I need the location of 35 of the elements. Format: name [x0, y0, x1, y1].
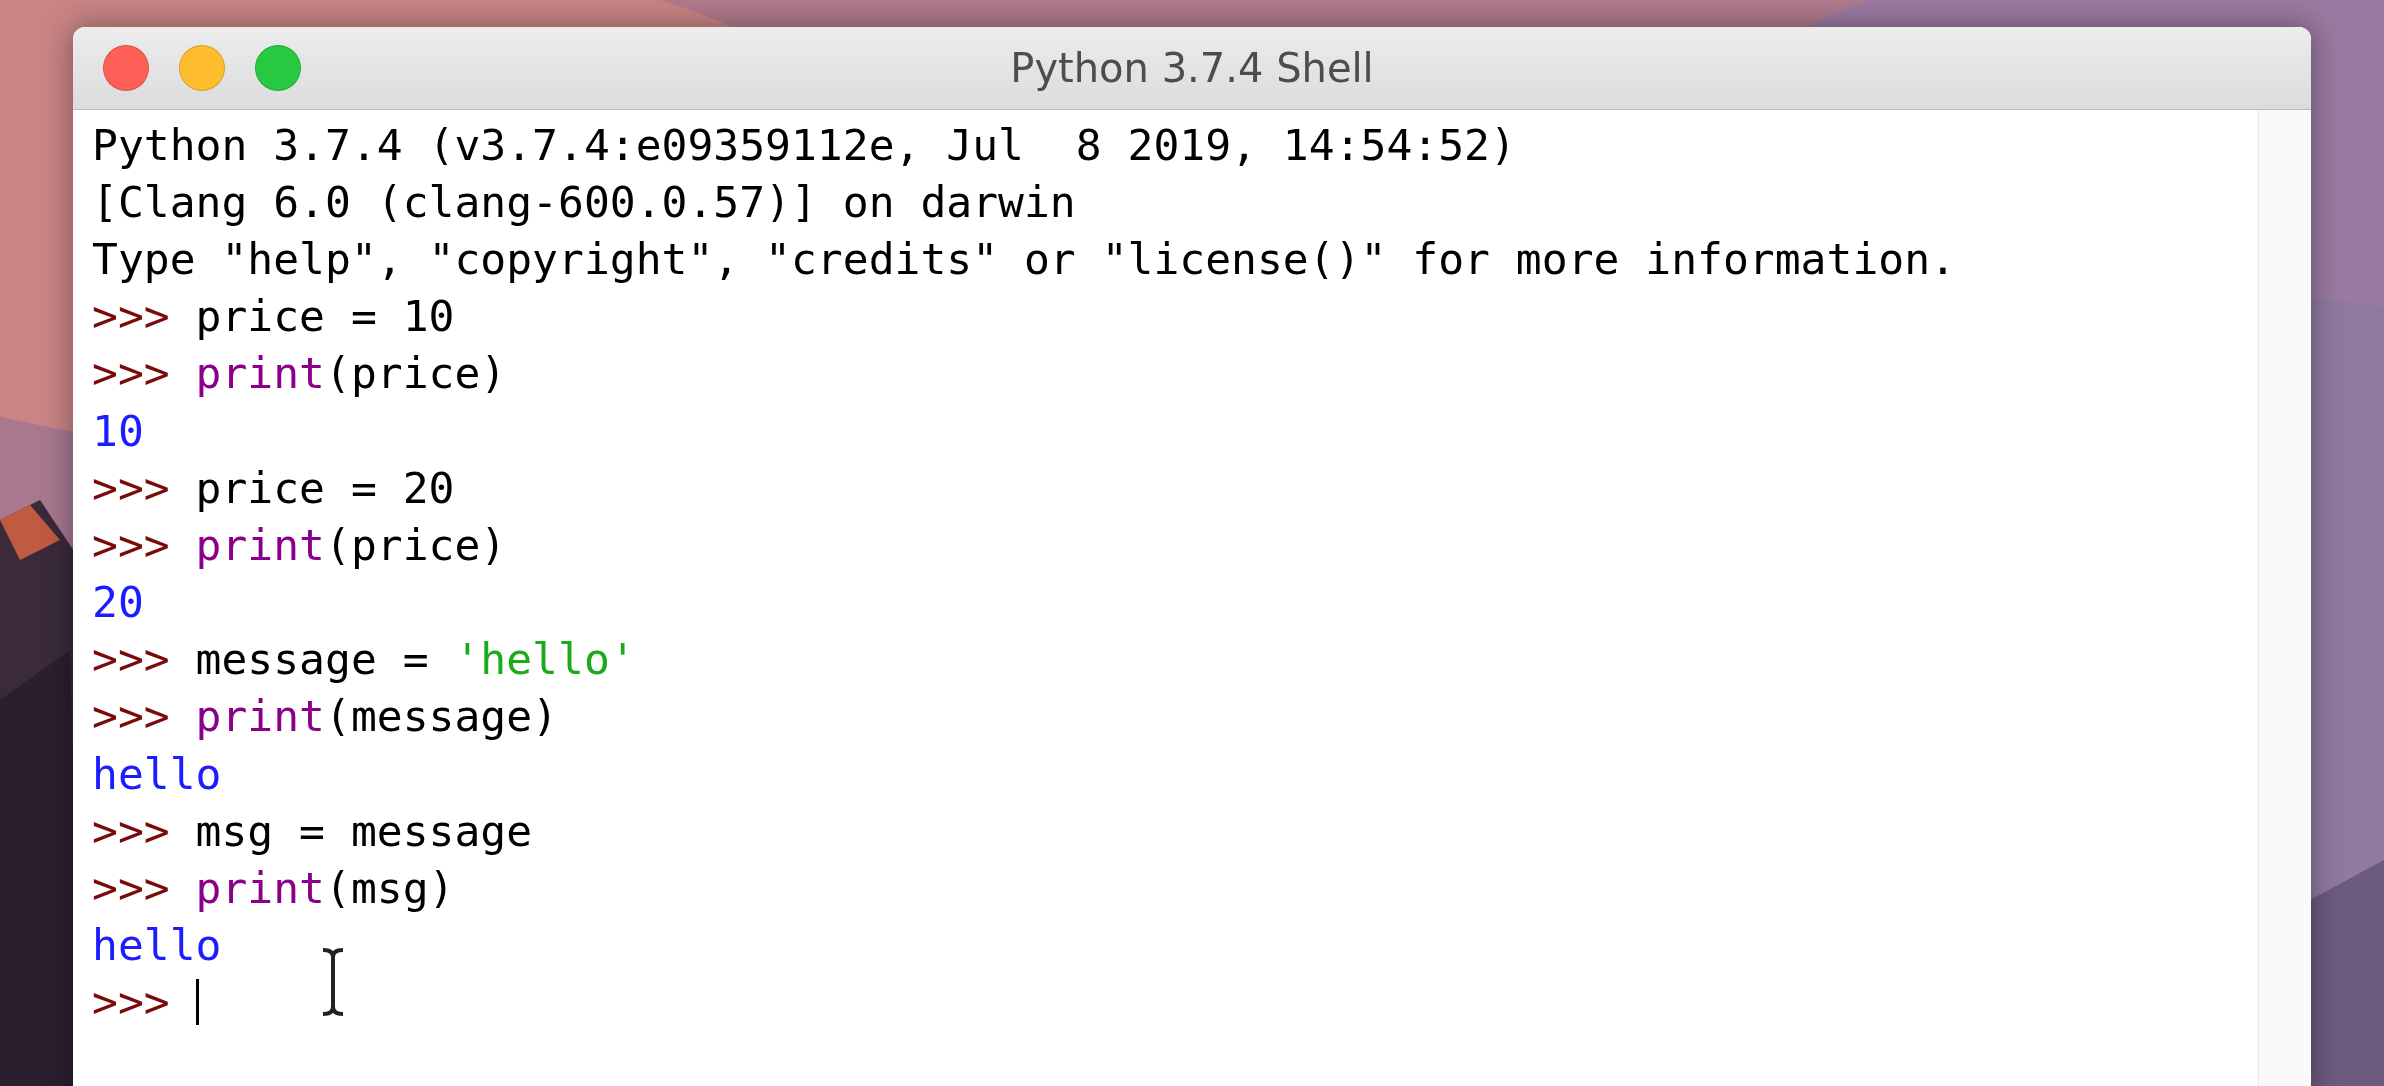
prompt-text: >>>	[92, 519, 171, 570]
code-text: (price)	[325, 519, 507, 570]
builtin-name: print	[195, 348, 325, 399]
code-text: (msg)	[325, 863, 455, 914]
builtin-name: print	[195, 863, 325, 914]
code-text: msg = message	[195, 805, 533, 856]
prompt-text: >>>	[92, 634, 171, 685]
builtin-name: print	[195, 519, 325, 570]
code-text: (price)	[325, 348, 507, 399]
string-literal: 'hello'	[454, 634, 636, 685]
scrollbar-track[interactable]	[2258, 110, 2311, 1086]
close-button[interactable]	[103, 45, 149, 91]
output-text: hello	[92, 920, 222, 971]
zoom-button[interactable]	[255, 45, 301, 91]
code-text: message =	[195, 634, 430, 685]
output-text: hello	[92, 748, 222, 799]
code-text: Type "help", "copyright", "credits" or "license()" for more information.	[92, 233, 1956, 284]
minimize-button[interactable]	[179, 45, 225, 91]
code-text: Python 3.7.4 (v3.7.4:e09359112e, Jul 8 2019, 14:54:52)	[92, 119, 1516, 170]
prompt-text: >>>	[92, 863, 171, 914]
prompt-text: >>>	[92, 291, 171, 342]
code-text: [Clang 6.0 (clang-600.0.57)] on darwin	[92, 176, 1076, 227]
prompt-text: >>>	[92, 348, 171, 399]
prompt-text: >>>	[92, 462, 171, 513]
text-cursor	[195, 979, 199, 1026]
code-text: price = 20	[195, 462, 455, 513]
builtin-name: print	[195, 691, 325, 742]
output-text: 20	[92, 577, 144, 628]
code-text: (message)	[325, 691, 558, 742]
prompt-text: >>>	[92, 805, 171, 856]
output-text: 10	[92, 405, 144, 456]
code-text: price = 10	[195, 291, 455, 342]
window-title: Python 3.7.4 Shell	[1010, 45, 1374, 91]
prompt-text: >>>	[92, 691, 171, 742]
prompt-text: >>>	[92, 977, 171, 1028]
